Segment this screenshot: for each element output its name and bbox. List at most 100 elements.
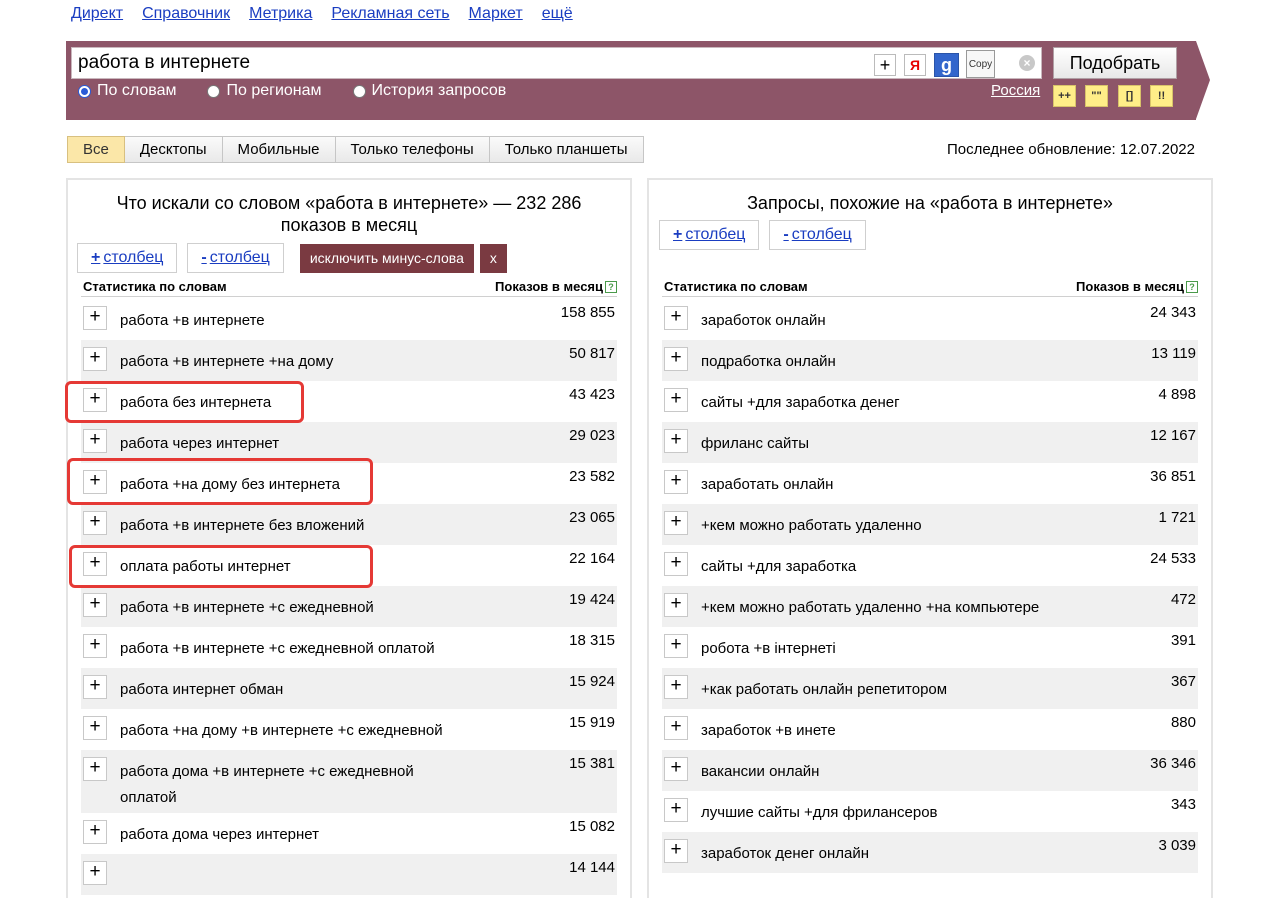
radio-by-words[interactable]: По словам <box>78 82 176 100</box>
region-link[interactable]: Россия <box>991 82 1040 99</box>
radio-dot[interactable] <box>352 84 366 98</box>
phrase-link[interactable]: работа +на дому без интернета <box>120 472 460 498</box>
radio-dot[interactable] <box>78 84 91 98</box>
help-icon[interactable]: ? <box>1186 280 1198 293</box>
help-icon[interactable]: ? <box>605 280 617 293</box>
add-column-button[interactable]: + столбец <box>77 243 178 273</box>
radio-query-history[interactable]: История запросов <box>352 82 506 100</box>
tab-desktops[interactable]: Десктопы <box>124 136 223 163</box>
phrase-link[interactable]: работа дома через интернет <box>120 822 460 848</box>
phrase-link[interactable]: работа дома +в интернете +с ежедневной о… <box>120 759 450 811</box>
copy-icon[interactable]: Copy <box>966 50 995 78</box>
search-input[interactable] <box>72 48 862 78</box>
phrase-link[interactable]: оплата работы интернет <box>120 554 460 580</box>
phrase-link[interactable]: сайты +для заработка денег <box>701 390 1041 416</box>
nav-link-market[interactable]: Маркет <box>469 5 523 23</box>
nav-link-direct[interactable]: Директ <box>71 5 123 23</box>
add-phrase-button[interactable]: + <box>83 634 107 658</box>
add-phrase-button[interactable]: + <box>664 757 688 781</box>
radio-dot[interactable] <box>207 84 221 98</box>
phrase-link[interactable]: работа через интернет <box>120 431 460 457</box>
add-phrase-button[interactable]: + <box>83 757 107 781</box>
operator-quotes-button[interactable]: "" <box>1085 85 1108 107</box>
yandex-icon[interactable]: Я <box>904 54 926 76</box>
search-button[interactable]: Подобрать <box>1053 47 1177 79</box>
add-phrase-button[interactable]: + <box>83 675 107 699</box>
phrase-link[interactable]: работа +в интернете <box>120 308 460 334</box>
nav-link-metrika[interactable]: Метрика <box>249 5 312 23</box>
phrase-link[interactable]: фриланс сайты <box>701 431 1041 457</box>
tab-tablets-only[interactable]: Только планшеты <box>489 136 644 163</box>
impressions-count: 15 381 <box>569 755 615 772</box>
tab-all[interactable]: Все <box>67 136 125 163</box>
add-phrase-button[interactable]: + <box>664 388 688 412</box>
add-phrase-button[interactable]: + <box>664 429 688 453</box>
phrase-link[interactable]: работа +в интернете +на дому <box>120 349 460 375</box>
add-column-button[interactable]: + столбец <box>659 220 760 250</box>
nav-link-reference[interactable]: Справочник <box>142 5 230 23</box>
exclude-minus-words-button[interactable]: исключить минус-слова <box>299 243 474 273</box>
radio-by-regions[interactable]: По регионам <box>207 82 322 100</box>
add-phrase-button[interactable]: + <box>664 634 688 658</box>
tab-phones-only[interactable]: Только телефоны <box>335 136 490 163</box>
add-phrase-button[interactable]: + <box>664 798 688 822</box>
add-phrase-button[interactable]: + <box>83 716 107 740</box>
operator-plus-button[interactable]: ++ <box>1053 85 1076 107</box>
add-phrase-button[interactable]: + <box>664 675 688 699</box>
add-phrase-button[interactable]: + <box>83 511 107 535</box>
phrase-link[interactable]: лучшие сайты +для фрилансеров <box>701 800 1041 826</box>
operator-exclamation-button[interactable]: !! <box>1150 85 1173 107</box>
add-phrase-button[interactable]: + <box>83 552 107 576</box>
add-phrase-button[interactable]: + <box>664 511 688 535</box>
add-phrase-button[interactable]: + <box>664 347 688 371</box>
phrase-link[interactable]: +кем можно работать удаленно +на компьют… <box>701 595 1041 621</box>
add-phrase-button[interactable]: + <box>83 429 107 453</box>
remove-column-button[interactable]: - столбец <box>769 220 866 250</box>
google-icon[interactable]: g <box>934 53 959 77</box>
add-operator-icon[interactable]: + <box>874 54 896 76</box>
add-phrase-button[interactable]: + <box>83 388 107 412</box>
table-row: + работа +в интернете +с ежедневной оплат… <box>81 627 617 668</box>
add-phrase-button[interactable]: + <box>664 552 688 576</box>
phrase-link[interactable]: вакансии онлайн <box>701 759 1041 785</box>
add-phrase-button[interactable]: + <box>664 470 688 494</box>
close-exclude-button[interactable]: x <box>479 243 507 273</box>
add-phrase-button[interactable]: + <box>83 820 107 844</box>
operator-brackets-button[interactable]: [] <box>1118 85 1141 107</box>
phrase-link[interactable]: +как работать онлайн репетитором <box>701 677 1041 703</box>
add-phrase-button[interactable]: + <box>83 347 107 371</box>
tab-mobile[interactable]: Мобильные <box>222 136 336 163</box>
header-count: Показов в месяц ? <box>1076 279 1198 294</box>
add-phrase-button[interactable]: + <box>83 593 107 617</box>
phrase-link[interactable]: работа без интернета <box>120 390 460 416</box>
nav-link-more[interactable]: ещё <box>542 5 573 23</box>
add-phrase-button[interactable]: + <box>664 306 688 330</box>
phrase-link[interactable]: работа +на дому +в интернете +с ежедневн… <box>120 718 460 744</box>
phrase-link[interactable]: робота +в інтернеті <box>701 636 1041 662</box>
phrase-link[interactable]: работа +в интернете +с ежедневной <box>120 595 460 621</box>
phrase-link[interactable]: подработка онлайн <box>701 349 1041 375</box>
impressions-count: 391 <box>1170 632 1196 649</box>
add-phrase-button[interactable]: + <box>664 716 688 740</box>
phrase-link[interactable]: сайты +для заработка <box>701 554 1041 580</box>
phrase-link[interactable]: заработок онлайн <box>701 308 1041 334</box>
add-phrase-button[interactable]: + <box>83 470 107 494</box>
phrase-link[interactable]: работа +в интернете без вложений <box>120 513 460 539</box>
top-nav: Директ Справочник Метрика Рекламная сеть… <box>71 5 573 23</box>
add-phrase-button[interactable]: + <box>83 306 107 330</box>
phrase-link[interactable]: +кем можно работать удаленно <box>701 513 1041 539</box>
nav-link-ad-network[interactable]: Рекламная сеть <box>331 5 449 23</box>
clear-icon[interactable]: × <box>1019 55 1035 71</box>
table-row: + сайты +для заработка 24 533 <box>662 545 1198 586</box>
phrase-link[interactable]: заработать онлайн <box>701 472 1041 498</box>
impressions-count: 29 023 <box>569 427 615 444</box>
add-phrase-button[interactable]: + <box>664 839 688 863</box>
add-phrase-button[interactable]: + <box>83 861 107 885</box>
phrase-link[interactable]: заработок +в инете <box>701 718 1041 744</box>
table-row: +14 144 <box>81 854 617 895</box>
phrase-link[interactable]: работа интернет обман <box>120 677 460 703</box>
phrase-link[interactable]: заработок денег онлайн <box>701 841 1041 867</box>
remove-column-button[interactable]: - столбец <box>187 243 284 273</box>
phrase-link[interactable]: работа +в интернете +с ежедневной оплато… <box>120 636 460 662</box>
add-phrase-button[interactable]: + <box>664 593 688 617</box>
